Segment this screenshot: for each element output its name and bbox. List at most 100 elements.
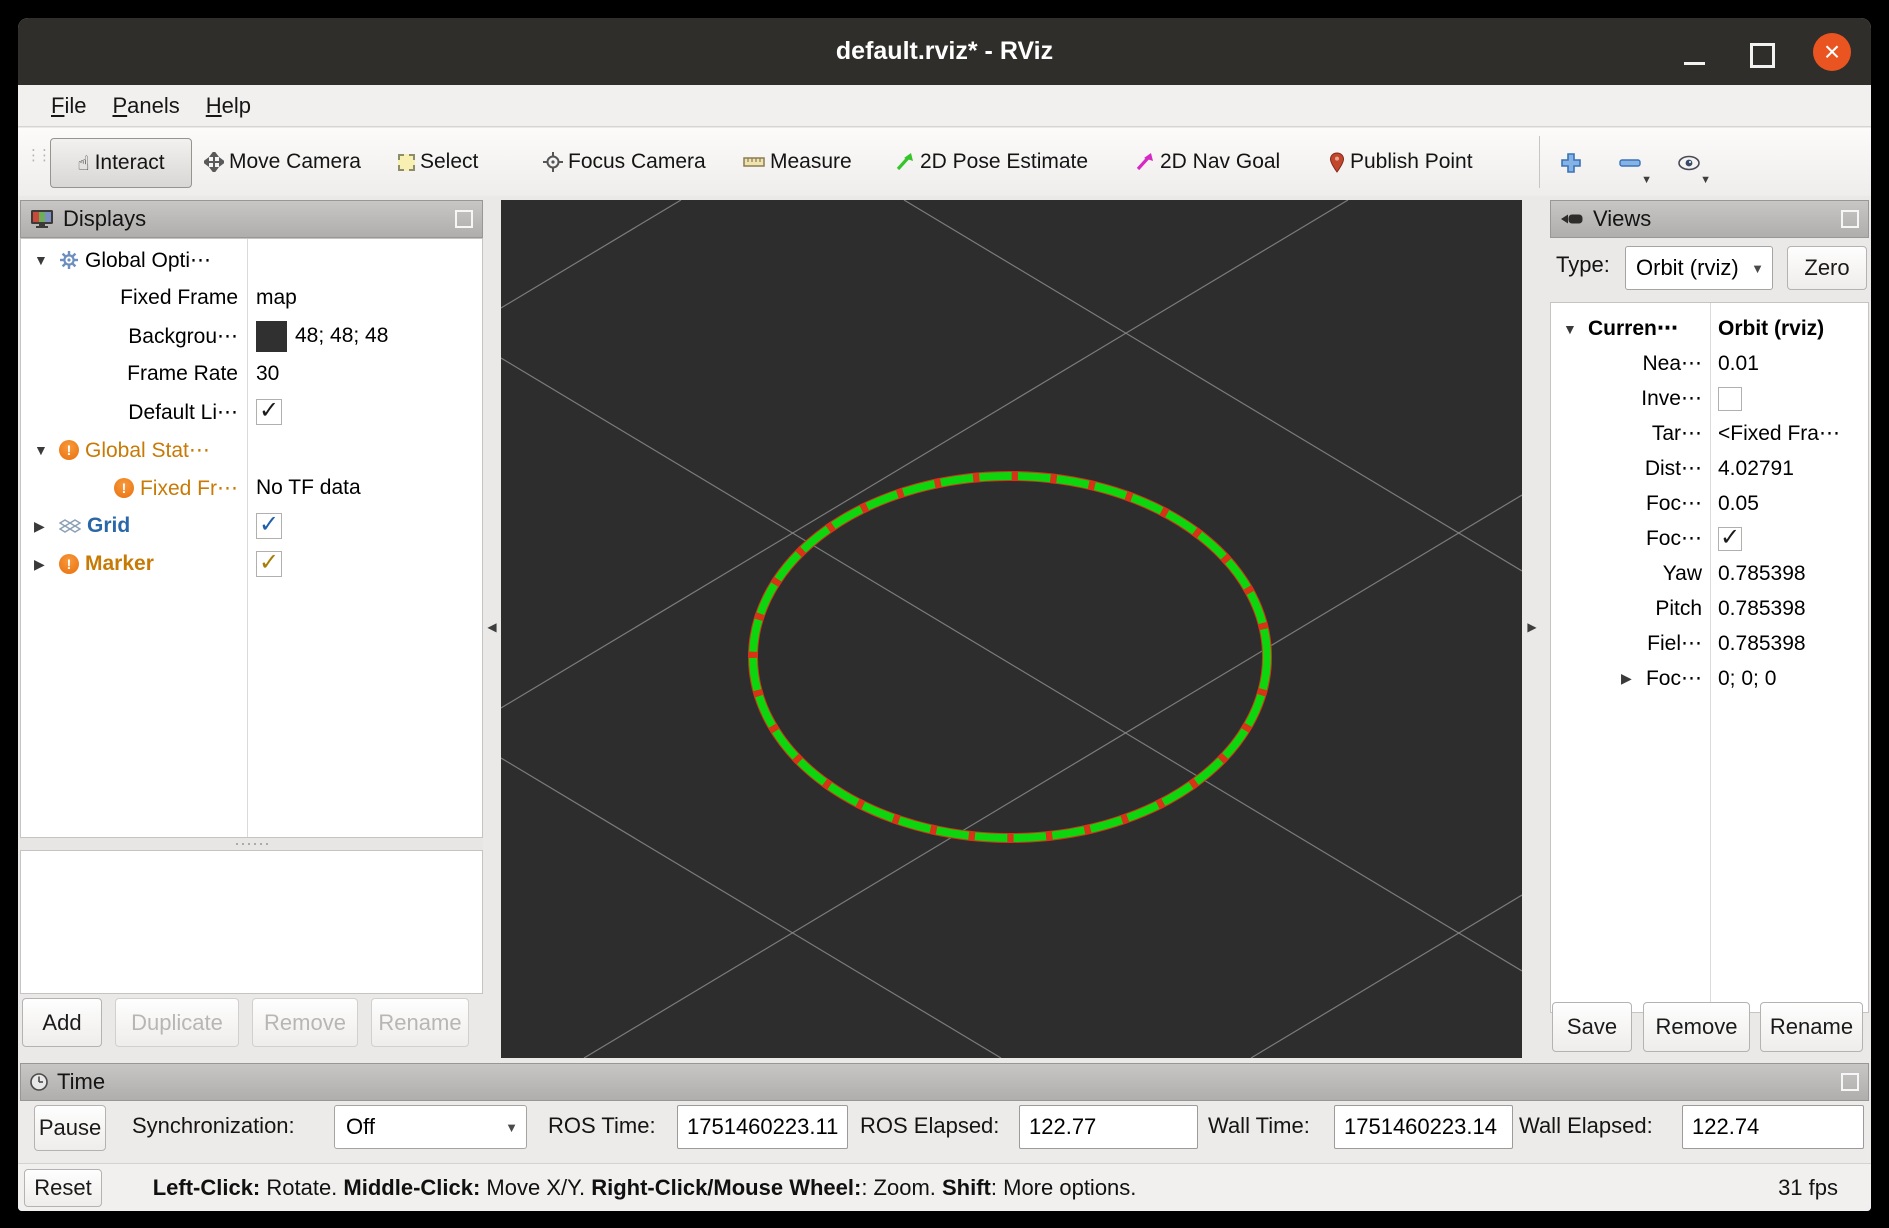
menu-file[interactable]: File xyxy=(38,93,99,119)
panel-float-icon[interactable] xyxy=(1841,1073,1859,1091)
chevron-down-icon[interactable]: ▼ xyxy=(1700,175,1711,186)
mouse-help-text: Left-Click: Rotate. Middle-Click: Move X… xyxy=(116,1149,1136,1212)
tree-row-frame-rate[interactable]: Frame Rate 30 xyxy=(21,355,482,393)
tree-row-fixed-frame-status[interactable]: Fixed Fr⋯ No TF data xyxy=(21,469,482,507)
displays-buttons: Add Duplicate Remove Rename xyxy=(22,998,469,1047)
view-type-row: Type: Orbit (rviz) ▼ Zero xyxy=(1550,244,1869,292)
tool-2d-pose-estimate[interactable]: 2D Pose Estimate xyxy=(895,138,1088,186)
views-panel-header[interactable]: Views xyxy=(1550,200,1869,238)
expander-right-icon[interactable]: ▶ xyxy=(34,556,53,573)
tree-row-background-color[interactable]: Backgrou⋯ 48; 48; 48 xyxy=(21,317,482,355)
tool-2d-nav-goal[interactable]: 2D Nav Goal xyxy=(1135,138,1280,186)
clock-icon xyxy=(30,1073,48,1091)
rename-button[interactable]: Rename xyxy=(371,998,469,1047)
time-panel-title: Time xyxy=(57,1069,105,1095)
chevron-down-icon: ▼ xyxy=(505,1120,518,1135)
warning-icon xyxy=(59,440,79,460)
remove-button[interactable]: Remove xyxy=(252,998,358,1047)
fixed-frame-value[interactable]: map xyxy=(256,286,297,310)
minimize-icon[interactable] xyxy=(1684,62,1705,65)
wall-elapsed-input[interactable]: 122.74 xyxy=(1682,1105,1864,1149)
ros-time-input[interactable]: 1751460223.11 xyxy=(677,1105,848,1149)
expander-right-icon[interactable]: ▶ xyxy=(34,518,53,535)
time-panel-header[interactable]: Time xyxy=(20,1063,1869,1101)
wall-time-input[interactable]: 1751460223.14 xyxy=(1334,1105,1513,1149)
type-label: Type: xyxy=(1556,252,1610,278)
tree-row-marker[interactable]: ▶ Marker xyxy=(21,545,482,583)
chevron-down-icon[interactable]: ▼ xyxy=(1641,175,1652,186)
tree-row-global-status[interactable]: ▼ Global Stat⋯ xyxy=(21,431,482,469)
tree-row-grid[interactable]: ▶ Grid xyxy=(21,507,482,545)
eye-icon xyxy=(1677,155,1701,171)
grid-icon xyxy=(59,518,81,534)
checkbox[interactable] xyxy=(1718,387,1742,411)
hand-pointer-icon: ☝ xyxy=(77,151,89,176)
views-tree: ▼ Curren⋯ Orbit (rviz) Nea⋯ 0.01 Inve⋯ T… xyxy=(1550,302,1869,1013)
column-divider[interactable] xyxy=(247,239,248,837)
sync-dropdown[interactable]: Off ▼ xyxy=(334,1105,527,1149)
menu-help[interactable]: Help xyxy=(193,93,264,119)
checkbox[interactable] xyxy=(1718,527,1742,551)
tool-measure[interactable]: Measure xyxy=(743,138,852,186)
reset-button[interactable]: Reset xyxy=(24,1169,102,1207)
expander-down-icon[interactable]: ▼ xyxy=(34,252,53,268)
tool-interact[interactable]: ☝ Interact xyxy=(50,138,192,188)
background-color-value[interactable]: 48; 48; 48 xyxy=(295,324,388,348)
expander-down-icon[interactable]: ▼ xyxy=(34,442,53,458)
add-button[interactable]: Add xyxy=(22,998,102,1047)
toolbar-drag-handle[interactable]: ⋮⋮ xyxy=(26,146,48,164)
menubar: File Panels Help xyxy=(18,85,1871,127)
minus-icon xyxy=(1619,158,1641,168)
tree-row-fixed-frame[interactable]: Fixed Frame map xyxy=(21,279,482,317)
frame-rate-value[interactable]: 30 xyxy=(256,362,279,386)
tool-select[interactable]: Select xyxy=(398,138,478,186)
checkbox[interactable] xyxy=(256,399,282,425)
displays-panel-header[interactable]: Displays xyxy=(20,200,483,238)
color-swatch[interactable] xyxy=(256,321,287,352)
panel-float-icon[interactable] xyxy=(455,210,473,228)
maximize-icon[interactable] xyxy=(1750,43,1775,68)
tool-move-camera[interactable]: Move Camera xyxy=(204,138,361,186)
fps-counter: 31 fps xyxy=(1778,1175,1838,1201)
remove-tool-button[interactable]: ▼ xyxy=(1607,140,1653,186)
titlebar[interactable]: default.rviz* - RViz × xyxy=(18,18,1871,85)
tree-row-default-light[interactable]: Default Li⋯ xyxy=(21,393,482,431)
checkbox[interactable] xyxy=(256,513,282,539)
panel-float-icon[interactable] xyxy=(1841,210,1859,228)
ros-time-label: ROS Time: xyxy=(548,1113,656,1139)
tree-row-global-options[interactable]: ▼ Global Opti⋯ xyxy=(21,241,482,279)
ros-elapsed-input[interactable]: 122.77 xyxy=(1019,1105,1198,1149)
expander-right-icon[interactable]: ▶ xyxy=(1621,670,1640,687)
wall-elapsed-label: Wall Elapsed: xyxy=(1519,1113,1653,1139)
tool-publish-point[interactable]: Publish Point xyxy=(1329,138,1473,186)
collapse-left-panel-icon[interactable]: ◀ xyxy=(484,620,500,634)
splitter-handle[interactable] xyxy=(20,838,483,850)
main-area: Displays ▼ Global Opti⋯ Fixed Frame map xyxy=(18,196,1871,1063)
ros-elapsed-label: ROS Elapsed: xyxy=(860,1113,999,1139)
duplicate-button[interactable]: Duplicate xyxy=(115,998,239,1047)
gear-icon xyxy=(59,250,79,270)
menu-panels[interactable]: Panels xyxy=(99,93,192,119)
tool-visibility-button[interactable]: ▼ xyxy=(1666,140,1712,186)
zero-button[interactable]: Zero xyxy=(1787,246,1867,290)
selection-box-icon xyxy=(398,154,415,171)
chevron-down-icon: ▼ xyxy=(1751,261,1764,276)
close-icon[interactable]: × xyxy=(1813,33,1851,71)
pause-button[interactable]: Pause xyxy=(34,1105,106,1151)
map-pin-icon xyxy=(1329,152,1345,173)
render-viewport[interactable] xyxy=(501,200,1522,1058)
column-divider[interactable] xyxy=(1710,303,1711,1012)
display-description-area xyxy=(20,850,483,994)
tool-focus-camera[interactable]: Focus Camera xyxy=(543,138,706,186)
save-view-button[interactable]: Save xyxy=(1552,1002,1632,1052)
rename-view-button[interactable]: Rename xyxy=(1760,1002,1863,1052)
expander-down-icon[interactable]: ▼ xyxy=(1563,321,1582,337)
view-type-dropdown[interactable]: Orbit (rviz) ▼ xyxy=(1625,246,1773,290)
sync-label: Synchronization: xyxy=(132,1113,295,1139)
wall-time-label: Wall Time: xyxy=(1208,1113,1310,1139)
add-tool-button[interactable] xyxy=(1548,140,1594,186)
grid-lines xyxy=(501,200,1522,1058)
remove-view-button[interactable]: Remove xyxy=(1643,1002,1750,1052)
collapse-right-panel-icon[interactable]: ▶ xyxy=(1524,620,1540,634)
checkbox[interactable] xyxy=(256,551,282,577)
